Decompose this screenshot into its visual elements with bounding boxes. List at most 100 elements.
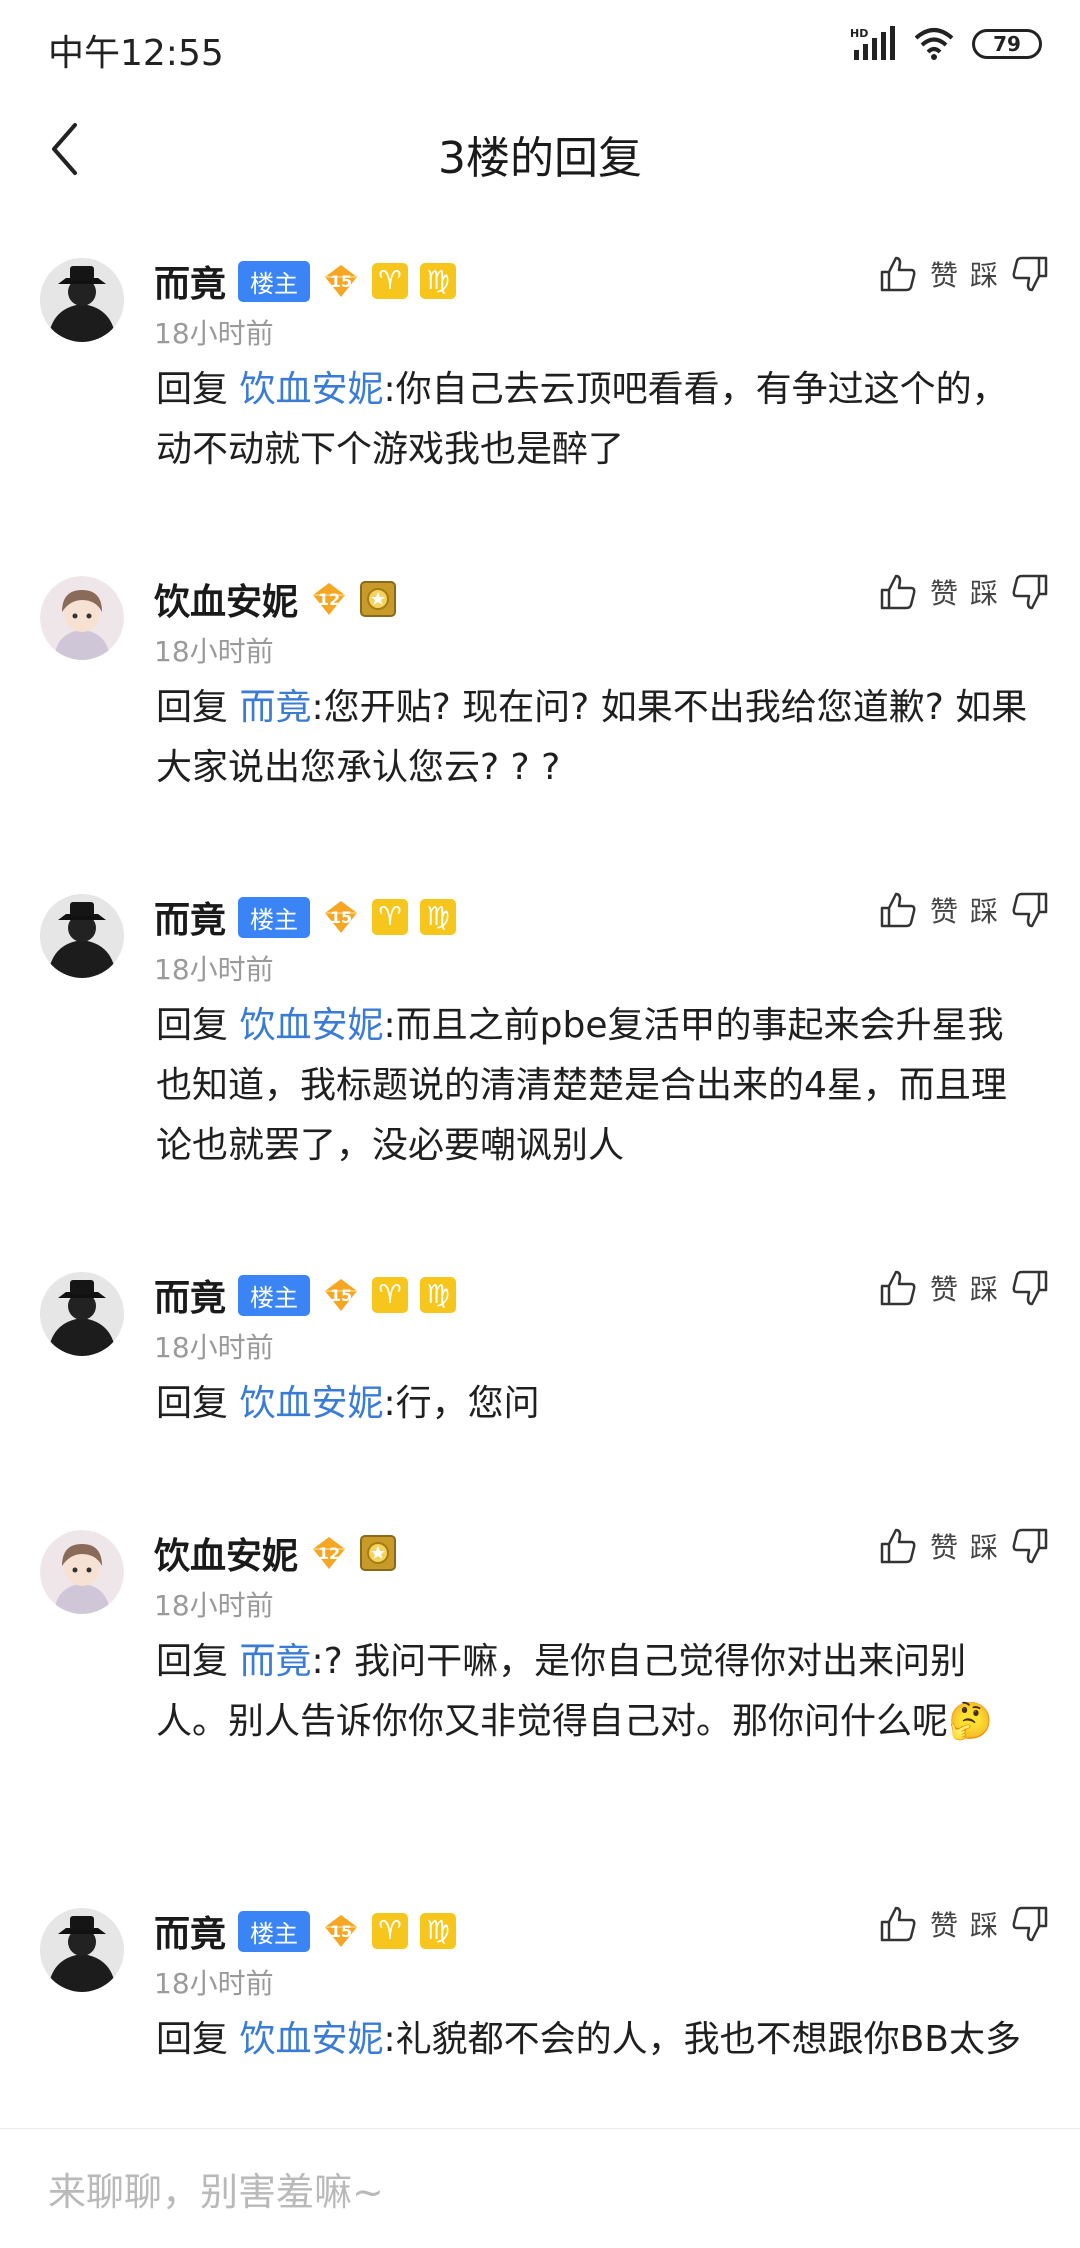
- nav-bar: 3楼的回复: [0, 96, 1080, 206]
- reply-target-link[interactable]: 而竟: [239, 1641, 311, 1682]
- thumbs-up-icon[interactable]: [878, 1526, 918, 1566]
- comment-item[interactable]: 而竟 楼主 15 ♈ ♍ 18小时前 赞踩回复 饮血安妮:你自己去云顶吧看看，有争过这个的，…: [0, 240, 1080, 558]
- comment-item[interactable]: 而竟 楼主 15 ♈ ♍ 18小时前 赞踩回复 饮血安妮:行，您问: [0, 1254, 1080, 1512]
- virgo-badge-icon: ♍: [420, 1913, 457, 1949]
- comment-item[interactable]: 而竟 楼主 15 ♈ ♍ 18小时前 赞踩回复 饮血安妮:而且之前pbe复活甲的事起来会升星…: [0, 876, 1080, 1254]
- dislike-label[interactable]: 踩: [970, 1904, 998, 1944]
- reply-prefix: 回复: [156, 687, 229, 728]
- thumbs-down-icon[interactable]: [1010, 1904, 1050, 1944]
- thumbs-up-icon[interactable]: [878, 254, 918, 294]
- username[interactable]: 而竟: [154, 1905, 226, 1957]
- timestamp: 18小时前: [154, 317, 274, 350]
- thumbs-down-icon[interactable]: [1010, 1526, 1050, 1566]
- like-label[interactable]: 赞: [930, 1268, 958, 1308]
- level-number: 12: [317, 1543, 341, 1563]
- level-badge: 12: [310, 1534, 348, 1572]
- user-info: 饮血安妮 12: [154, 573, 397, 625]
- dislike-label[interactable]: 踩: [970, 890, 998, 930]
- user-info: 而竟 楼主 15 ♈ ♍: [154, 891, 457, 943]
- avatar[interactable]: [40, 576, 124, 660]
- reply-list: 而竟 楼主 15 ♈ ♍ 18小时前赞踩回复 饮血安妮:你自己去云顶吧看看，有争过这个的，…: [0, 240, 1080, 2208]
- dislike-label[interactable]: 踩: [970, 572, 998, 612]
- aries-badge-icon: ♈: [372, 899, 409, 935]
- comment-text: :礼貌都不会的人，我也不想跟你BB太多: [383, 2019, 1022, 2060]
- vote-actions: 赞踩: [878, 890, 1050, 930]
- thumbs-up-icon[interactable]: [878, 1904, 918, 1944]
- aries-badge-icon: ♈: [372, 1277, 409, 1313]
- thumbs-down-icon[interactable]: [1010, 572, 1050, 612]
- status-bar: 中午12:55 HD 79: [0, 0, 1080, 96]
- avatar[interactable]: [40, 1908, 124, 1992]
- like-label[interactable]: 赞: [930, 254, 958, 294]
- vote-actions: 赞踩: [878, 1268, 1050, 1308]
- reply-prefix: 回复: [156, 2019, 229, 2060]
- comment-content: 回复 饮血安妮:你自己去云顶吧看看，有争过这个的，动不动就下个游戏我也是醉了: [156, 360, 1036, 480]
- username[interactable]: 饮血安妮: [154, 573, 298, 625]
- reply-composer[interactable]: 来聊聊，别害羞嘛~: [0, 2128, 1080, 2248]
- dislike-label[interactable]: 踩: [970, 254, 998, 294]
- comment-content: 回复 饮血安妮:行，您问: [156, 1374, 1036, 1434]
- reply-target-link[interactable]: 而竟: [239, 687, 311, 728]
- reply-target-link[interactable]: 饮血安妮: [239, 2019, 383, 2060]
- thumbs-down-icon[interactable]: [1010, 1268, 1050, 1308]
- op-badge: 楼主: [238, 260, 311, 302]
- vote-actions: 赞踩: [878, 572, 1050, 612]
- avatar[interactable]: [40, 1530, 124, 1614]
- like-label[interactable]: 赞: [930, 1904, 958, 1944]
- timestamp: 18小时前: [154, 635, 274, 668]
- level-badge: 15: [322, 898, 360, 936]
- reply-target-link[interactable]: 饮血安妮: [239, 1383, 383, 1424]
- avatar[interactable]: [40, 258, 124, 342]
- username[interactable]: 饮血安妮: [154, 1527, 298, 1579]
- like-label[interactable]: 赞: [930, 890, 958, 930]
- level-number: 15: [329, 907, 353, 927]
- avatar[interactable]: [40, 894, 124, 978]
- virgo-badge-icon: ♍: [420, 899, 457, 935]
- timestamp: 18小时前: [154, 1589, 274, 1622]
- dislike-label[interactable]: 踩: [970, 1268, 998, 1308]
- thumbs-up-icon[interactable]: [878, 572, 918, 612]
- comment-content: 回复 饮血安妮:礼貌都不会的人，我也不想跟你BB太多: [156, 2010, 1036, 2070]
- reply-target-link[interactable]: 饮血安妮: [239, 369, 383, 410]
- timestamp: 18小时前: [154, 1331, 274, 1364]
- comment-item[interactable]: 饮血安妮 12 18小时前 赞踩回复 而竟:? 我问干嘛，是你自己觉得你对出来问别人。…: [0, 1512, 1080, 1890]
- username[interactable]: 而竟: [154, 1269, 226, 1321]
- thumbs-down-icon[interactable]: [1010, 890, 1050, 930]
- vote-actions: 赞踩: [878, 1904, 1050, 1944]
- medal-badge-icon: [360, 1535, 397, 1571]
- thumbs-up-icon[interactable]: [878, 890, 918, 930]
- user-info: 而竟 楼主 15 ♈ ♍: [154, 1269, 457, 1321]
- username[interactable]: 而竟: [154, 255, 226, 307]
- virgo-badge-icon: ♍: [420, 1277, 457, 1313]
- level-number: 15: [329, 1921, 353, 1941]
- reply-prefix: 回复: [156, 369, 229, 410]
- comment-item[interactable]: 饮血安妮 12 18小时前 赞踩回复 而竟:您开贴? 现在问? 如果不出我给您道歉? …: [0, 558, 1080, 876]
- level-badge: 15: [322, 1276, 360, 1314]
- status-time: 中午12:55: [48, 33, 224, 74]
- virgo-badge-icon: ♍: [420, 263, 457, 299]
- aries-badge-icon: ♈: [372, 1913, 409, 1949]
- level-badge: 15: [322, 1912, 360, 1950]
- comment-content: 回复 饮血安妮:而且之前pbe复活甲的事起来会升星我也知道，我标题说的清清楚楚是…: [156, 996, 1036, 1176]
- timestamp: 18小时前: [154, 953, 274, 986]
- avatar[interactable]: [40, 1272, 124, 1356]
- dislike-label[interactable]: 踩: [970, 1526, 998, 1566]
- comment-content: 回复 而竟:您开贴? 现在问? 如果不出我给您道歉? 如果大家说出您承认您云? …: [156, 678, 1036, 798]
- page-title: 3楼的回复: [438, 133, 642, 184]
- hd-label: HD: [850, 27, 868, 40]
- reply-input[interactable]: 来聊聊，别害羞嘛~: [48, 2161, 384, 2216]
- like-label[interactable]: 赞: [930, 1526, 958, 1566]
- reply-prefix: 回复: [156, 1641, 229, 1682]
- user-info: 而竟 楼主 15 ♈ ♍: [154, 1905, 457, 1957]
- thumbs-down-icon[interactable]: [1010, 254, 1050, 294]
- op-badge: 楼主: [238, 1910, 311, 1952]
- thumbs-up-icon[interactable]: [878, 1268, 918, 1308]
- comment-text: :行，您问: [383, 1383, 540, 1424]
- reply-target-link[interactable]: 饮血安妮: [239, 1005, 383, 1046]
- like-label[interactable]: 赞: [930, 572, 958, 612]
- username[interactable]: 而竟: [154, 891, 226, 943]
- comment-content: 回复 而竟:? 我问干嘛，是你自己觉得你对出来问别人。别人告诉你你又非觉得自己对…: [156, 1632, 1036, 1752]
- vote-actions: 赞踩: [878, 1526, 1050, 1566]
- signal-icon: HD: [850, 26, 895, 60]
- level-number: 15: [329, 1285, 353, 1305]
